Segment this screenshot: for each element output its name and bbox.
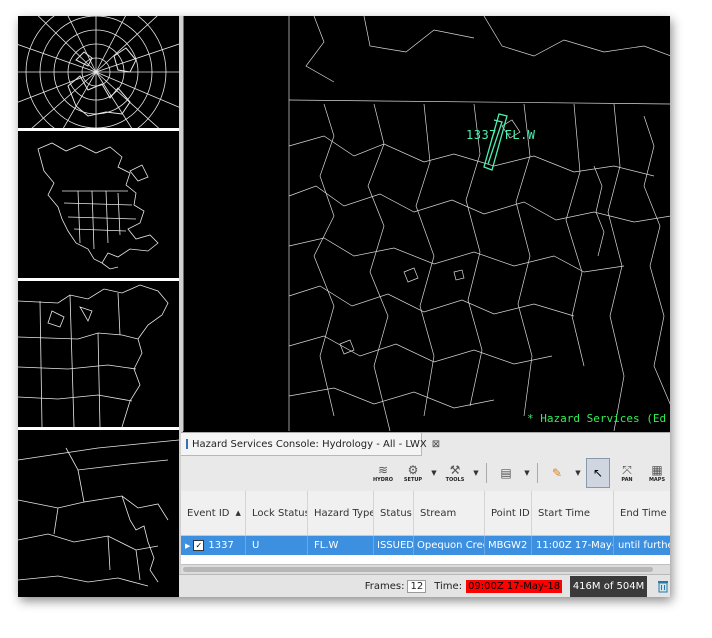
- cell-end-time: until furthe: [618, 540, 670, 551]
- row-checkbox[interactable]: ✓: [193, 540, 205, 551]
- column-header-point-id[interactable]: Point ID: [485, 491, 532, 535]
- mid-atlantic-states-outline: [18, 439, 179, 587]
- column-header-start-time[interactable]: Start Time: [532, 491, 614, 535]
- trash-icon[interactable]: [655, 580, 670, 593]
- cell-start-time: 11:00Z 17-May-18: [532, 536, 614, 555]
- thumbnail-east-us-map[interactable]: [18, 281, 179, 427]
- draw-dropdown-caret[interactable]: ▼: [574, 469, 582, 477]
- scrollbar-thumb[interactable]: [183, 567, 653, 572]
- gear-icon: ⚙: [407, 462, 419, 477]
- cell-event-id[interactable]: ▶ ✓ 1337: [181, 536, 246, 555]
- toolbar-separator: [486, 463, 487, 483]
- wrench-icon: ⚒: [449, 462, 461, 477]
- memory-usage[interactable]: 416M of 504M: [570, 575, 647, 597]
- view-icon: [186, 439, 188, 449]
- cell-point-id: MBGW2: [485, 536, 532, 555]
- time-label: Time:: [434, 581, 463, 592]
- thumbnail-polar-map[interactable]: [18, 16, 179, 128]
- cursor-arrow-icon: ↖: [592, 465, 604, 480]
- hazard-table: Event ID ▲ Lock Status Hazard Type Statu…: [181, 491, 670, 575]
- frames-value[interactable]: 12: [407, 580, 427, 593]
- sort-ascending-icon: ▲: [235, 509, 241, 517]
- pan-button[interactable]: ⤧ PAN: [614, 459, 640, 487]
- draw-button[interactable]: ✎: [544, 459, 570, 487]
- time-value[interactable]: 09:00Z 17-May-18: [466, 580, 563, 593]
- map-legend-status: * Hazard Services (Ed: [527, 412, 667, 425]
- setup-button[interactable]: ⚙ SETUP: [400, 459, 426, 487]
- select-button[interactable]: ↖: [586, 458, 610, 488]
- cell-lock-status: U: [246, 536, 308, 555]
- column-header-status[interactable]: Status: [374, 491, 414, 535]
- thumbnail-mid-atlantic-map[interactable]: [18, 430, 179, 597]
- console-tab[interactable]: Hazard Services Console: Hydrology - All…: [181, 433, 440, 456]
- hydro-icon: ≋: [377, 462, 389, 477]
- document-icon: ▤: [500, 465, 512, 480]
- hazard-map-label[interactable]: 1337 FL.W: [466, 128, 536, 142]
- cell-hazard-type: FL.W: [308, 536, 374, 555]
- maps-button[interactable]: ▦ MAPS: [644, 459, 670, 487]
- toolbar-separator: [537, 463, 538, 483]
- column-header-hazard-type[interactable]: Hazard Type: [308, 491, 374, 535]
- thumbnail-panel: [18, 16, 179, 597]
- setup-dropdown-caret[interactable]: ▼: [430, 469, 438, 477]
- polar-grid-map: [18, 16, 179, 128]
- status-bar: Frames: 12 Time: 09:00Z 17-May-18 416M o…: [179, 574, 670, 597]
- console-toolbar: ≋ HYDRO ⚙ SETUP ▼ ⚒ TOOLS ▼ ▤ ▼ ✎ ▼ ↖ ⤧ …: [181, 456, 670, 490]
- thumbnail-north-america-map[interactable]: [18, 131, 179, 278]
- hazard-polygon[interactable]: [483, 113, 508, 171]
- column-header-end-time[interactable]: End Time: [614, 491, 670, 535]
- table-row[interactable]: ▶ ✓ 1337 U FL.W ISSUED Opequon Creek MBG…: [181, 536, 670, 555]
- tools-button[interactable]: ⚒ TOOLS: [442, 459, 468, 487]
- expand-arrow-icon[interactable]: ▶: [185, 542, 190, 550]
- column-header-event-id[interactable]: Event ID ▲: [181, 491, 246, 535]
- column-header-stream[interactable]: Stream: [414, 491, 485, 535]
- cave-window: 1337 FL.W * Hazard Services (Ed Hazard S…: [18, 16, 670, 597]
- east-us-states-outline: [18, 284, 169, 427]
- hazard-services-console: Hazard Services Console: Hydrology - All…: [181, 432, 670, 575]
- north-america-outline: [37, 142, 159, 270]
- document-button[interactable]: ▤: [493, 459, 519, 487]
- table-header: Event ID ▲ Lock Status Hazard Type Statu…: [181, 491, 670, 536]
- tools-dropdown-caret[interactable]: ▼: [472, 469, 480, 477]
- console-tab-title: Hazard Services Console: Hydrology - All…: [192, 438, 427, 450]
- main-map-display[interactable]: 1337 FL.W * Hazard Services (Ed: [183, 16, 670, 431]
- close-icon[interactable]: ⊠: [432, 439, 440, 450]
- cell-status: ISSUED: [374, 536, 414, 555]
- frames-label: Frames:: [364, 581, 405, 592]
- pan-icon: ⤧: [622, 462, 632, 477]
- document-dropdown-caret[interactable]: ▼: [523, 469, 531, 477]
- pencil-icon: ✎: [551, 465, 563, 480]
- county-outline-map: [288, 16, 670, 431]
- column-header-lock-status[interactable]: Lock Status: [246, 491, 308, 535]
- maps-icon: ▦: [651, 462, 663, 477]
- hydro-button[interactable]: ≋ HYDRO: [370, 459, 396, 487]
- cell-stream: Opequon Creek: [414, 536, 485, 555]
